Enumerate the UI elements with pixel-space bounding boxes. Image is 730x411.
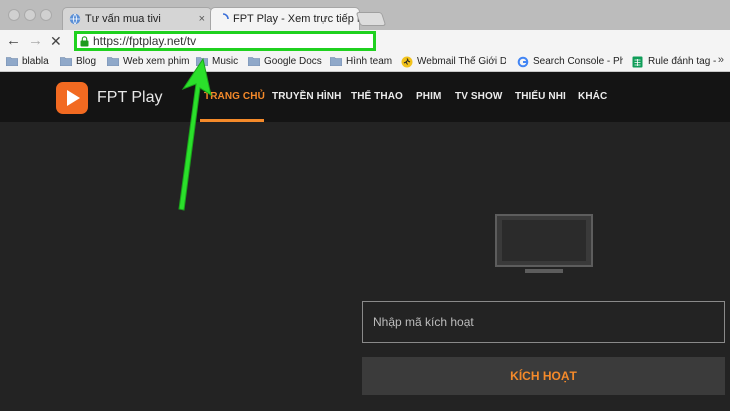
folder-icon bbox=[248, 57, 260, 66]
bookmark-label: Music bbox=[212, 56, 239, 67]
bookmark-search-console[interactable]: Search Console - Phi bbox=[517, 55, 623, 69]
forward-arrow-icon[interactable]: → bbox=[28, 32, 43, 50]
tab-strip: Tư vấn mua tivi × FPT Play - Xem trực ti… bbox=[0, 0, 730, 30]
back-arrow-icon[interactable]: ← bbox=[6, 32, 21, 50]
tab-tu-van-mua-tivi[interactable]: Tư vấn mua tivi × bbox=[62, 7, 212, 30]
bookmark-webmail[interactable]: Webmail Thế Giới Di bbox=[401, 55, 506, 69]
bookmark-blog[interactable]: Blog bbox=[60, 55, 96, 69]
bookmark-label: Search Console - Phi bbox=[533, 56, 623, 67]
bookmark-label: blabla bbox=[22, 56, 49, 67]
url-text: https://fptplay.net/tv bbox=[93, 34, 197, 48]
nav-truyen-hinh[interactable]: TRUYỀN HÌNH bbox=[272, 91, 341, 102]
folder-icon bbox=[196, 57, 208, 66]
bookmark-label: Web xem phim bbox=[123, 56, 190, 67]
folder-icon bbox=[6, 57, 18, 66]
close-window-button[interactable] bbox=[8, 9, 20, 21]
folder-icon bbox=[107, 57, 119, 66]
new-tab-button[interactable] bbox=[355, 12, 387, 26]
nav-phim[interactable]: PHIM bbox=[416, 91, 441, 102]
loading-spinner-icon bbox=[222, 13, 229, 20]
play-icon bbox=[67, 90, 80, 106]
nav-trang-chu[interactable]: TRANG CHỦ bbox=[204, 91, 265, 102]
folder-icon bbox=[330, 57, 342, 66]
nav-thieu-nhi[interactable]: THIẾU NHI bbox=[515, 91, 566, 102]
bookmark-rule-danh-tag[interactable]: Rule đánh tag - đánh bbox=[632, 55, 716, 69]
nav-khac[interactable]: KHÁC bbox=[578, 91, 607, 102]
bookmark-label: Rule đánh tag - đánh bbox=[648, 56, 716, 67]
google-icon bbox=[517, 56, 529, 68]
nav-tv-show[interactable]: TV SHOW bbox=[455, 91, 502, 102]
tab-fpt-play[interactable]: FPT Play - Xem trực tiếp N bbox=[210, 7, 360, 30]
tab-title: FPT Play - Xem trực tiếp N bbox=[233, 13, 360, 25]
activation-panel: KÍCH HOẠT bbox=[0, 122, 730, 411]
close-tab-icon[interactable]: × bbox=[199, 8, 205, 30]
bookmark-web-xem-phim[interactable]: Web xem phim bbox=[107, 55, 190, 69]
globe-icon bbox=[69, 13, 81, 25]
minimize-window-button[interactable] bbox=[24, 9, 36, 21]
lock-icon bbox=[80, 36, 89, 47]
tv-icon bbox=[495, 214, 593, 273]
nav-the-thao[interactable]: THỂ THAO bbox=[351, 91, 403, 102]
bookmark-label: Blog bbox=[76, 56, 97, 67]
bookmark-blabla[interactable]: blabla bbox=[6, 55, 49, 69]
runner-icon bbox=[401, 56, 413, 68]
address-bar[interactable]: https://fptplay.net/tv bbox=[74, 31, 376, 51]
bookmark-label: Google Docs bbox=[264, 56, 322, 67]
stop-loading-icon[interactable]: ✕ bbox=[50, 32, 62, 50]
browser-toolbar: ← → ✕ https://fptplay.net/tv bbox=[0, 30, 730, 52]
tab-title: Tư vấn mua tivi bbox=[85, 13, 161, 25]
sheets-icon bbox=[632, 56, 643, 68]
bookmark-hinh-team[interactable]: Hình team bbox=[330, 55, 392, 69]
bookmark-label: Hình team bbox=[346, 56, 393, 67]
bookmark-music[interactable]: Music bbox=[196, 55, 238, 69]
fpt-play-logo-icon[interactable] bbox=[56, 82, 88, 114]
activation-code-input[interactable] bbox=[362, 301, 725, 343]
site-header: FPT Play TRANG CHỦ TRUYỀN HÌNH THỂ THAO … bbox=[0, 72, 730, 122]
more-bookmarks-icon[interactable]: » bbox=[718, 54, 724, 66]
bookmark-google-docs[interactable]: Google Docs bbox=[248, 55, 322, 69]
bookmark-label: Webmail Thế Giới Di bbox=[417, 56, 506, 67]
folder-icon bbox=[60, 57, 72, 66]
site-logo-text[interactable]: FPT Play bbox=[97, 89, 163, 107]
activate-button[interactable]: KÍCH HOẠT bbox=[362, 357, 725, 395]
bookmarks-bar: blabla Blog Web xem phim Music Google Do… bbox=[0, 52, 730, 72]
zoom-window-button[interactable] bbox=[40, 9, 52, 21]
